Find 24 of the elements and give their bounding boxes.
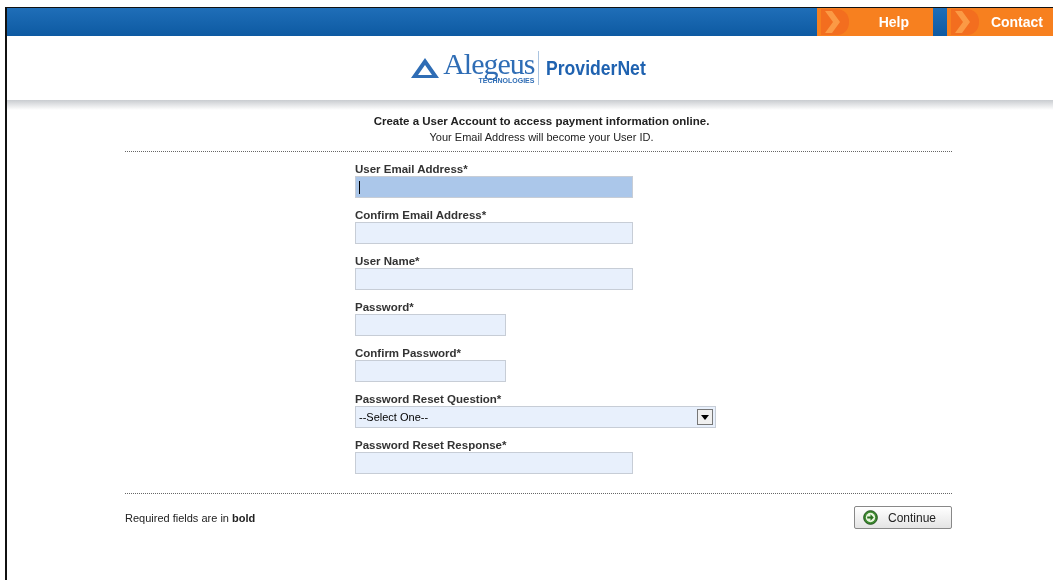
field-label: User Email Address* <box>355 163 469 176</box>
field-label: Confirm Password* <box>355 347 463 360</box>
select-value: --Select One-- <box>359 411 429 423</box>
field-label: Password Reset Response* <box>355 439 508 452</box>
arrow-circle-icon <box>863 510 878 525</box>
chevron-icon <box>821 9 849 35</box>
input-field[interactable] <box>355 176 633 198</box>
select-field[interactable]: --Select One-- <box>355 406 716 428</box>
input-field[interactable] <box>355 268 633 290</box>
field-label: User Name* <box>355 255 421 268</box>
input-field[interactable] <box>355 222 633 244</box>
chevron-icon <box>951 9 979 35</box>
password-field[interactable] <box>355 360 506 382</box>
field-label: Password Reset Question* <box>355 393 503 406</box>
continue-button[interactable]: Continue <box>854 506 952 529</box>
product-name: ProviderNet <box>546 56 647 80</box>
password-field[interactable] <box>355 314 506 336</box>
triangle-logo-icon <box>410 57 441 79</box>
intro-title: Create a User Account to access payment information online. <box>372 115 711 127</box>
field-label: Password* <box>355 301 415 314</box>
field-label: Confirm Email Address* <box>355 209 488 222</box>
input-field[interactable] <box>355 452 633 474</box>
intro-note: Your Email Address will become your User ID. <box>428 131 655 143</box>
required-note: Required fields are in bold <box>125 511 256 524</box>
